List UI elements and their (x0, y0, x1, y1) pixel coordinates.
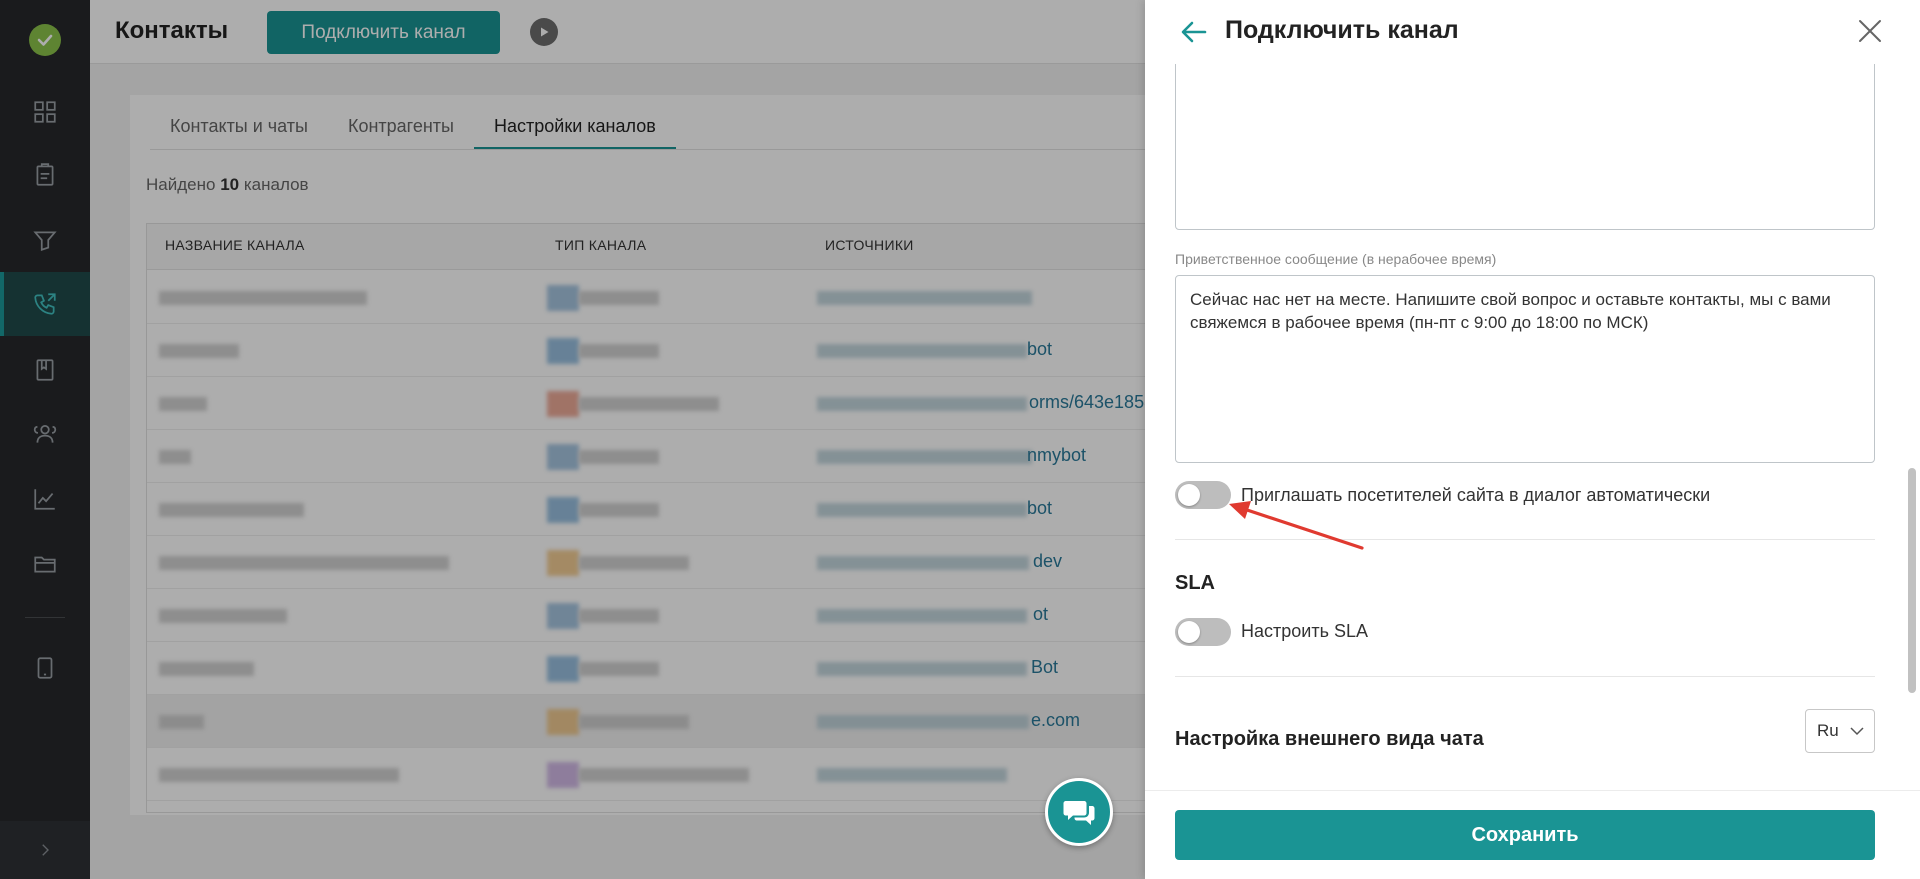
invite-visitors-label: Приглашать посетителей сайта в диалог ав… (1241, 485, 1711, 505)
chat-bubbles-icon (1063, 801, 1095, 825)
sla-toggle-label: Настроить SLA (1241, 621, 1368, 641)
drawer-body: Если нужно что-то подсказать, напишите в… (1145, 0, 1905, 790)
drawer-title: Подключить канал (1225, 16, 1459, 44)
language-select[interactable]: Ru (1805, 709, 1875, 753)
connect-channel-drawer: Если нужно что-то подсказать, напишите в… (1145, 0, 1920, 879)
support-chat-button[interactable] (1045, 778, 1113, 846)
greeting-off-hours-label: Приветственное сообщение (в нерабочее вр… (1175, 251, 1497, 267)
language-value: Ru (1817, 721, 1839, 740)
save-button[interactable]: Сохранить (1175, 810, 1875, 860)
greeting-off-hours-textarea[interactable]: Сейчас нас нет на месте. Напишите свой в… (1175, 275, 1875, 463)
greeting-working-hours-textarea[interactable]: Если нужно что-то подсказать, напишите в… (1175, 40, 1875, 230)
section-divider (1175, 539, 1875, 540)
chat-appearance-title: Настройка внешнего вида чата (1175, 728, 1484, 750)
toggle-knob (1178, 621, 1200, 643)
close-icon[interactable] (1855, 16, 1885, 46)
chevron-down-icon (1850, 727, 1864, 736)
drawer-header: Подключить канал (1145, 0, 1920, 64)
back-arrow-icon[interactable] (1178, 16, 1210, 48)
drawer-scrollbar-thumb[interactable] (1908, 468, 1916, 693)
invite-visitors-toggle[interactable] (1175, 481, 1231, 509)
modal-overlay[interactable] (0, 0, 1145, 879)
toggle-knob (1178, 484, 1200, 506)
section-divider (1175, 676, 1875, 677)
sla-toggle[interactable] (1175, 618, 1231, 646)
sla-title: SLA (1175, 572, 1215, 594)
drawer-footer: Сохранить (1145, 790, 1920, 879)
